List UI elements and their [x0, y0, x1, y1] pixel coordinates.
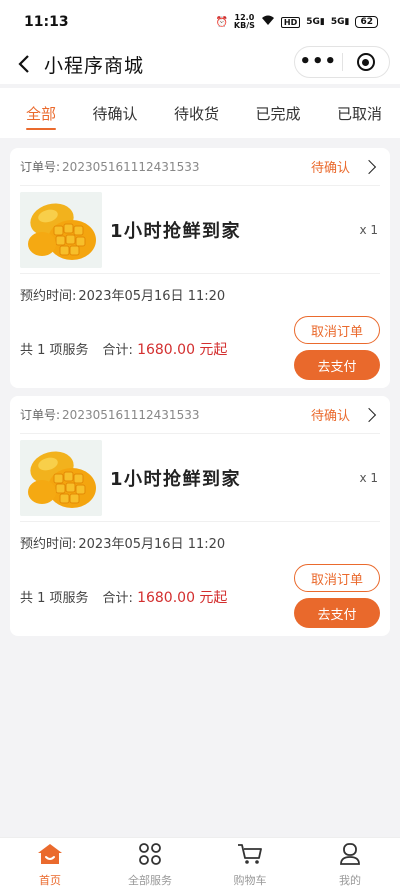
total-price: 1680.00 元起: [137, 342, 228, 358]
alarm-icon: ⏰: [215, 16, 228, 28]
tabbar-item-profile[interactable]: 我的: [300, 838, 400, 893]
cart-icon: [237, 843, 263, 869]
cancel-order-button[interactable]: 取消订单: [294, 564, 380, 592]
order-number-value: 202305161112431533: [62, 159, 200, 174]
product-name: 1小时抢鲜到家: [110, 468, 242, 490]
booking-time-label: 预约时间:: [20, 536, 77, 552]
order-total: 共 1 项服务 合计: 1680.00 元起: [20, 587, 227, 607]
cancel-order-button[interactable]: 取消订单: [294, 316, 380, 344]
order-number: 订单号: 202305161112431533: [20, 406, 199, 423]
booking-time-value: 2023年05月16日 11:20: [78, 536, 226, 552]
chevron-right-icon[interactable]: [361, 159, 377, 174]
more-dots-icon: •••: [299, 51, 337, 72]
order-number: 订单号: 202305161112431533: [20, 158, 199, 175]
order-actions: 取消订单 去支付: [294, 316, 380, 380]
user-icon: [339, 843, 361, 869]
product-quantity: x 1: [359, 470, 378, 485]
pay-button[interactable]: 去支付: [294, 350, 380, 380]
total-label: 合计:: [102, 591, 133, 606]
order-status-group: 待确认: [311, 405, 380, 424]
tabbar-item-all-services[interactable]: 全部服务: [100, 838, 200, 893]
order-list: 订单号: 202305161112431533 待确认 1小时抢鲜到家 x 1 …: [0, 148, 400, 636]
tab-pending-receive[interactable]: 待收货: [174, 88, 219, 138]
order-number-label: 订单号:: [20, 408, 61, 422]
tabbar-label: 购物车: [233, 874, 267, 887]
tabbar-label: 我的: [339, 874, 361, 887]
order-status: 待确认: [310, 161, 350, 176]
order-number-value: 202305161112431533: [62, 407, 200, 422]
net-speed: 12.0 KB/S: [234, 14, 255, 30]
order-status-tabs: 全部 待确认 待收货 已完成 已取消: [0, 88, 400, 138]
tabbar-item-cart[interactable]: 购物车: [200, 838, 300, 893]
close-miniprogram-button[interactable]: [343, 47, 390, 77]
booking-time-label: 预约时间:: [20, 288, 77, 304]
total-price: 1680.00 元起: [137, 590, 228, 606]
total-label-group: 合计: 1680.00 元起: [103, 587, 228, 607]
order-card: 订单号: 202305161112431533 待确认 1小时抢鲜到家 x 1 …: [10, 148, 390, 388]
pay-button[interactable]: 去支付: [294, 598, 380, 628]
order-status-group: 待确认: [311, 157, 380, 176]
nav-bar: 小程序商城 •••: [0, 44, 400, 84]
order-header[interactable]: 订单号: 202305161112431533 待确认: [20, 148, 380, 186]
booking-time: 预约时间: 2023年05月16日 11:20: [20, 274, 380, 314]
miniprogram-capsule: •••: [294, 46, 390, 78]
order-summary: 共 1 项服务 合计: 1680.00 元起 取消订单 去支付: [20, 314, 380, 388]
signal-1-icon: 5G▮: [306, 17, 325, 27]
status-bar: 11:13 ⏰ 12.0 KB/S HD 5G▮ 5G▮ 62: [0, 0, 400, 44]
tabbar-label: 全部服务: [128, 874, 172, 887]
signal-1-label: 5G: [306, 17, 320, 27]
signal-2-label: 5G: [330, 17, 345, 27]
more-button[interactable]: •••: [295, 47, 342, 77]
bottom-tab-bar: 首页 全部服务 购物车 我的: [0, 837, 400, 893]
product-image: [20, 439, 102, 516]
product-row[interactable]: 1小时抢鲜到家 x 1: [20, 434, 380, 522]
product-quantity: x 1: [359, 222, 378, 237]
hd-badge: HD: [280, 16, 301, 28]
back-icon[interactable]: [14, 54, 34, 74]
order-summary: 共 1 项服务 合计: 1680.00 元起 取消订单 去支付: [20, 562, 380, 636]
product-name: 1小时抢鲜到家: [110, 220, 242, 242]
total-label: 合计:: [102, 343, 133, 358]
booking-time: 预约时间: 2023年05月16日 11:20: [20, 522, 380, 562]
service-count: 共 1 项服务: [20, 591, 89, 606]
tab-all[interactable]: 全部: [26, 88, 56, 138]
tab-pending-confirm[interactable]: 待确认: [92, 88, 137, 138]
tab-completed[interactable]: 已完成: [255, 88, 300, 138]
order-number-label: 订单号:: [20, 160, 61, 174]
order-actions: 取消订单 去支付: [294, 564, 380, 628]
total-label-group: 合计: 1680.00 元起: [103, 339, 228, 359]
battery-icon: 62: [355, 16, 378, 28]
order-header[interactable]: 订单号: 202305161112431533 待确认: [20, 396, 380, 434]
tab-cancelled[interactable]: 已取消: [337, 88, 382, 138]
target-icon: [356, 53, 375, 71]
chevron-right-icon[interactable]: [361, 407, 377, 422]
grid-icon: [138, 843, 162, 869]
order-total: 共 1 项服务 合计: 1680.00 元起: [20, 339, 227, 359]
booking-time-value: 2023年05月16日 11:20: [78, 288, 226, 304]
wifi-icon: [261, 15, 275, 29]
home-icon: [37, 843, 63, 869]
signal-2-icon: 5G▮: [330, 17, 350, 27]
status-icons: ⏰ 12.0 KB/S HD 5G▮ 5G▮ 62: [215, 14, 378, 30]
tabbar-label: 首页: [39, 874, 61, 887]
net-speed-unit: KB/S: [233, 21, 255, 30]
product-image: [20, 191, 102, 268]
order-status: 待确认: [310, 409, 350, 424]
order-card: 订单号: 202305161112431533 待确认 1小时抢鲜到家 x 1 …: [10, 396, 390, 636]
page-title: 小程序商城: [44, 54, 145, 77]
service-count: 共 1 项服务: [20, 343, 89, 358]
tabbar-item-home[interactable]: 首页: [0, 838, 100, 893]
status-time: 11:13: [24, 14, 69, 30]
product-row[interactable]: 1小时抢鲜到家 x 1: [20, 186, 380, 274]
